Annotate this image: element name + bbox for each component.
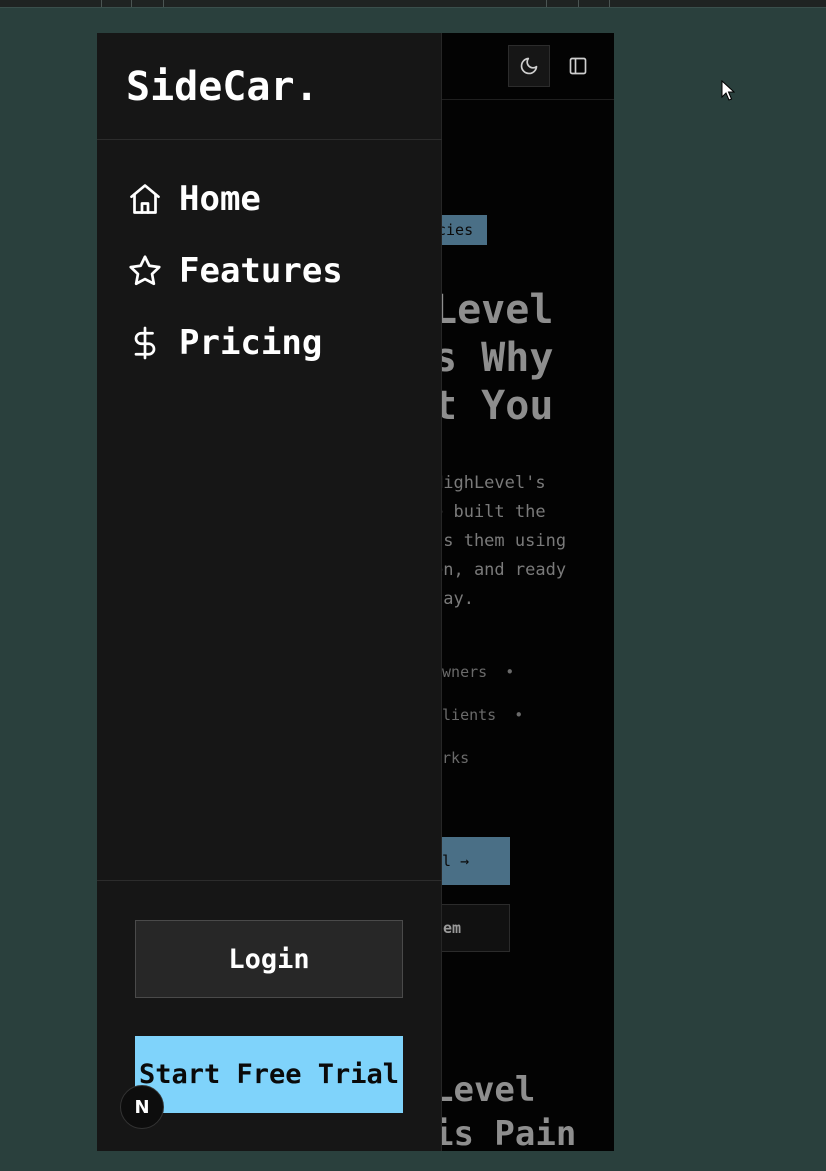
- sidebar-toggle-icon: [569, 57, 587, 75]
- dollar-icon: [126, 324, 164, 362]
- nav-item-features[interactable]: Features: [126, 249, 343, 293]
- sidebar-toggle-button[interactable]: [557, 45, 599, 87]
- nav-item-label: Home: [179, 179, 261, 219]
- star-icon: [126, 252, 164, 290]
- nav-item-home[interactable]: Home: [126, 177, 261, 221]
- hero-title: Level s Why t You: [433, 287, 554, 429]
- hero-bullets: owners • clients • orks: [433, 663, 524, 767]
- theme-toggle-button[interactable]: [508, 45, 550, 87]
- nav-item-label: Pricing: [179, 323, 323, 363]
- nav-item-pricing[interactable]: Pricing: [126, 321, 322, 365]
- drawer-header: SideCar.: [97, 33, 442, 140]
- framework-badge[interactable]: N: [120, 1085, 164, 1129]
- login-button[interactable]: Login: [135, 920, 403, 998]
- browser-top-strip: [0, 0, 826, 8]
- home-icon: [126, 180, 164, 218]
- mouse-cursor-icon: [721, 80, 735, 101]
- hero-subtitle: HighLevel's e built the ts them using en…: [433, 473, 567, 609]
- logo[interactable]: SideCar.: [126, 63, 319, 111]
- moon-icon: [520, 57, 538, 75]
- nav-drawer: SideCar. Home Features Pricing Login Sta…: [97, 33, 442, 1151]
- section-title: Level is Pain: [433, 1070, 577, 1151]
- nav-item-label: Features: [179, 251, 343, 291]
- start-free-trial-button[interactable]: Start Free Trial: [135, 1036, 403, 1113]
